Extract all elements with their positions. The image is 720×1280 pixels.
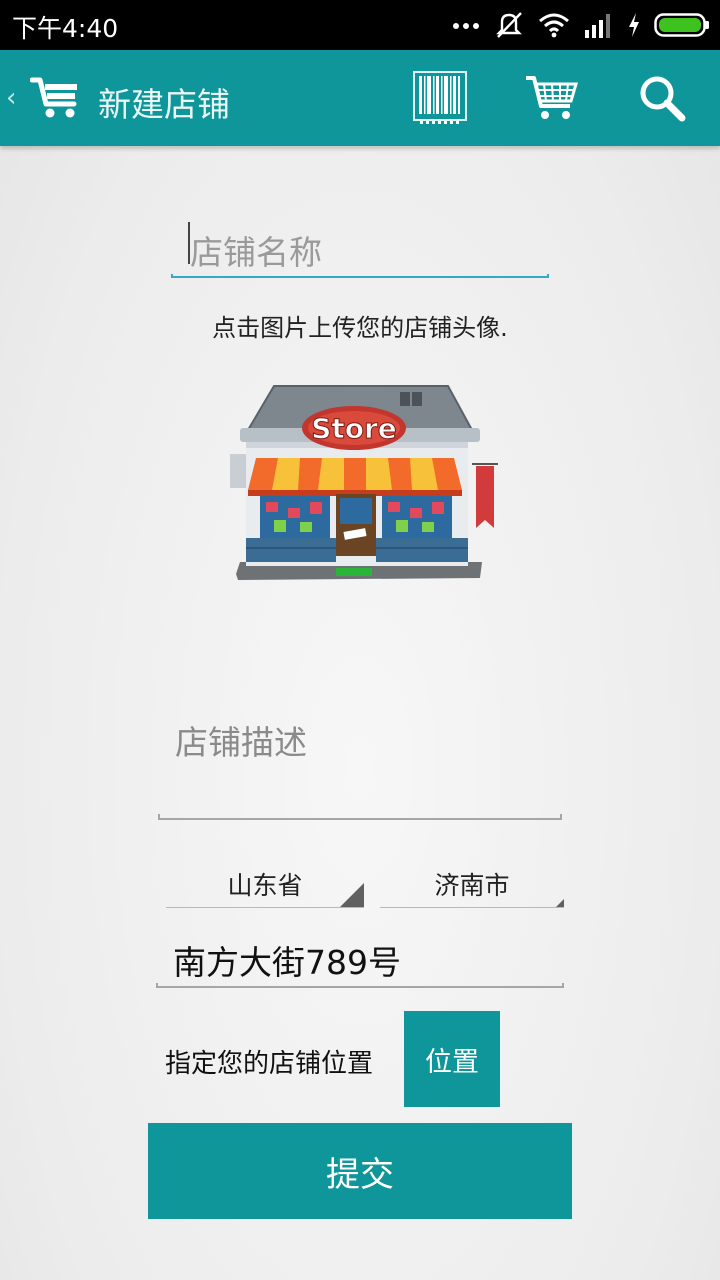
store-name-placeholder: 店铺名称 xyxy=(190,233,322,272)
status-icons xyxy=(452,8,710,42)
city-value: 济南市 xyxy=(434,871,510,900)
province-select[interactable]: 山东省 xyxy=(166,856,364,908)
search-button[interactable] xyxy=(630,68,694,128)
store-description-placeholder: 店铺描述 xyxy=(175,723,307,762)
upload-hint: 点击图片上传您的店铺头像. xyxy=(212,314,508,342)
app-bar: ‹ 新建店铺 xyxy=(0,50,720,146)
shopping-cart-icon xyxy=(526,76,579,119)
cart-button[interactable] xyxy=(520,68,584,128)
back-chevron-icon[interactable]: ‹ xyxy=(6,83,16,113)
province-underline xyxy=(166,907,364,908)
province-value: 山东省 xyxy=(227,871,303,900)
status-time: 下午4:40 xyxy=(12,14,119,43)
location-button[interactable]: 位置 xyxy=(404,1011,500,1107)
store-description-underline xyxy=(158,814,562,820)
store-name-underline xyxy=(171,274,549,278)
store-avatar-image[interactable]: Store xyxy=(226,378,506,588)
page-title: 新建店铺 xyxy=(98,85,230,124)
more-dots-icon xyxy=(453,23,479,29)
address-value: 南方大街789号 xyxy=(173,943,401,982)
address-underline xyxy=(156,983,564,988)
barcode-scan-icon xyxy=(413,71,467,124)
charging-icon xyxy=(629,13,639,37)
address-input[interactable]: 南方大街789号 xyxy=(156,928,564,988)
silent-mode-icon xyxy=(496,12,522,38)
location-label: 指定您的店铺位置 xyxy=(165,1049,374,1079)
store-name-input[interactable]: 店铺名称 xyxy=(171,218,549,278)
dropdown-triangle-icon xyxy=(340,883,364,907)
submit-button[interactable]: 提交 xyxy=(148,1123,572,1219)
store-sign-text: Store xyxy=(311,412,397,445)
shopping-cart-logo-icon[interactable] xyxy=(30,74,82,120)
city-underline xyxy=(380,907,564,908)
city-select[interactable]: 济南市 xyxy=(380,856,564,908)
search-icon xyxy=(640,76,686,122)
store-description-input[interactable]: 店铺描述 xyxy=(158,708,562,820)
barcode-scan-button[interactable] xyxy=(408,68,472,128)
signal-icon xyxy=(585,14,610,38)
wifi-icon xyxy=(539,13,569,38)
dropdown-triangle-icon xyxy=(556,899,564,907)
battery-icon xyxy=(654,13,709,37)
status-bar: 下午4:40 xyxy=(0,0,720,50)
